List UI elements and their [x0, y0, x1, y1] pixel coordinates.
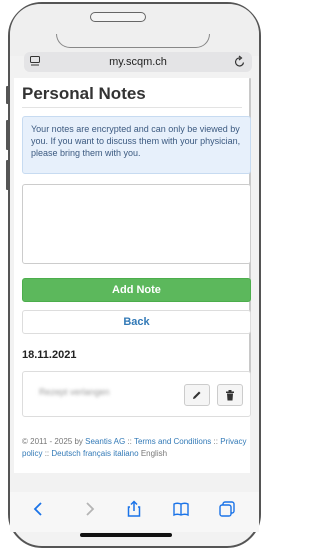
page-title: Personal Notes [22, 84, 146, 103]
silent-switch [6, 86, 9, 104]
footer: © 2011 - 2025 by Seantis AG :: Terms and… [22, 436, 251, 460]
footer-terms-link[interactable]: Terms and Conditions [134, 437, 211, 446]
title-divider [22, 107, 242, 108]
back-button[interactable]: Back [22, 310, 251, 334]
note-card: Rezept verlangen [22, 371, 251, 417]
add-note-button[interactable]: Add Note [22, 278, 251, 302]
footer-copyright: © 2011 - 2025 by [22, 437, 83, 446]
reload-icon[interactable] [234, 55, 246, 68]
bookmarks-icon[interactable] [172, 500, 190, 518]
footer-separator: :: [44, 449, 50, 458]
speaker-grille [90, 12, 146, 22]
trash-icon [226, 389, 234, 400]
pencil-icon [193, 391, 201, 399]
forward-arrow-icon[interactable] [80, 500, 98, 518]
address-bar[interactable]: my.scqm.ch [24, 52, 252, 72]
edit-note-button[interactable] [184, 384, 210, 406]
volume-up-button [6, 120, 9, 150]
info-alert: Your notes are encrypted and can only be… [22, 116, 251, 174]
footer-separator: :: [213, 437, 218, 446]
tab-view-icon[interactable] [30, 56, 40, 67]
status-area [10, 4, 259, 56]
browser-toolbar [10, 492, 259, 532]
language-current-en: English [140, 449, 168, 458]
language-link-de[interactable]: Deutsch [51, 449, 80, 458]
volume-down-button [6, 160, 9, 190]
notch [56, 34, 210, 48]
tabs-icon[interactable] [218, 500, 236, 518]
share-icon[interactable] [125, 500, 143, 518]
back-arrow-icon[interactable] [30, 500, 48, 518]
delete-note-button[interactable] [217, 384, 243, 406]
home-indicator [80, 533, 172, 537]
note-text: Rezept verlangen [39, 387, 110, 397]
language-link-fr[interactable]: français [83, 449, 111, 458]
url-text[interactable]: my.scqm.ch [109, 56, 167, 68]
footer-company-link[interactable]: Seantis AG [85, 437, 125, 446]
footer-separator: :: [127, 437, 132, 446]
note-date: 18.11.2021 [22, 349, 77, 361]
language-link-it[interactable]: italiano [113, 449, 138, 458]
note-textarea[interactable] [22, 184, 251, 264]
